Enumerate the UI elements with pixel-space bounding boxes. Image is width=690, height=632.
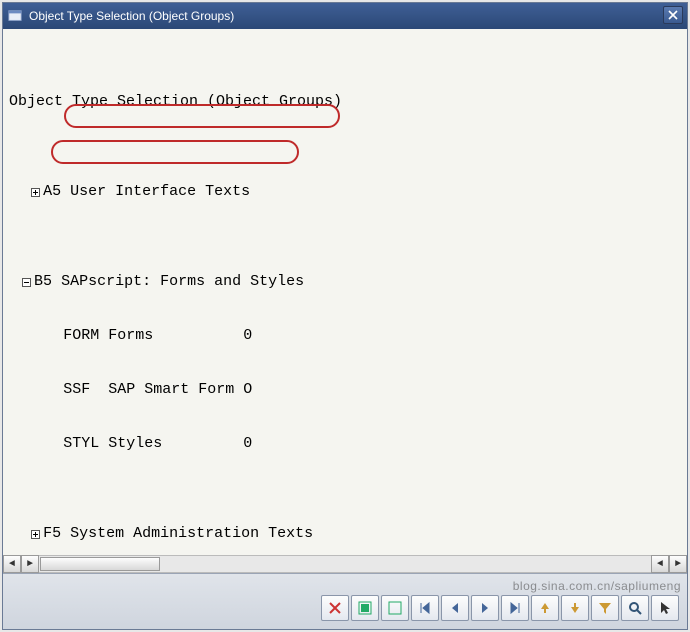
deselect-all-button[interactable] bbox=[381, 595, 409, 621]
horizontal-scrollbar[interactable]: ◄ ► ◄ ► bbox=[3, 555, 687, 573]
tree-item-b5-form[interactable]: FORM Forms 0 bbox=[9, 327, 685, 345]
titlebar: Object Type Selection (Object Groups) bbox=[3, 3, 687, 29]
select-all-button[interactable] bbox=[351, 595, 379, 621]
tree-heading: Object Type Selection (Object Groups) bbox=[9, 93, 685, 111]
tree-view[interactable]: Object Type Selection (Object Groups) A5… bbox=[3, 31, 687, 555]
cursor-button[interactable] bbox=[651, 595, 679, 621]
close-button[interactable] bbox=[663, 6, 683, 24]
tree-item-a5[interactable]: A5 User Interface Texts bbox=[9, 183, 685, 201]
tree-item-b5-styl[interactable]: STYL Styles 0 bbox=[9, 435, 685, 453]
page-next-button[interactable] bbox=[471, 595, 499, 621]
scroll-track[interactable] bbox=[39, 555, 651, 573]
page-first-button[interactable] bbox=[411, 595, 439, 621]
sort-desc-button[interactable] bbox=[561, 595, 589, 621]
page-last-button[interactable] bbox=[501, 595, 529, 621]
scroll-thumb[interactable] bbox=[40, 557, 160, 571]
window-title: Object Type Selection (Object Groups) bbox=[29, 9, 234, 23]
tree-item-f5[interactable]: F5 System Administration Texts bbox=[9, 525, 685, 543]
scroll-right-button[interactable]: ► bbox=[21, 555, 39, 573]
expand-icon[interactable] bbox=[27, 184, 43, 200]
tree-item-b5[interactable]: B5 SAPscript: Forms and Styles bbox=[9, 273, 685, 291]
bottom-bar: blog.sina.com.cn/sapliumeng bbox=[3, 573, 687, 629]
dialog-window: Object Type Selection (Object Groups) Ob… bbox=[2, 2, 688, 630]
toolbar bbox=[319, 593, 681, 623]
scroll-left-button[interactable]: ◄ bbox=[3, 555, 21, 573]
scroll-left-button-2[interactable]: ◄ bbox=[651, 555, 669, 573]
filter-button[interactable] bbox=[591, 595, 619, 621]
delete-button[interactable] bbox=[321, 595, 349, 621]
page-prev-button[interactable] bbox=[441, 595, 469, 621]
highlight-annotation bbox=[51, 140, 299, 164]
expand-icon[interactable] bbox=[27, 526, 43, 542]
search-button[interactable] bbox=[621, 595, 649, 621]
sort-asc-button[interactable] bbox=[531, 595, 559, 621]
content-area: Object Type Selection (Object Groups) A5… bbox=[3, 31, 687, 573]
scroll-right-button-2[interactable]: ► bbox=[669, 555, 687, 573]
watermark-text: blog.sina.com.cn/sapliumeng bbox=[513, 579, 681, 593]
collapse-icon[interactable] bbox=[18, 274, 34, 290]
tree-item-b5-ssf[interactable]: SSF SAP Smart Form O bbox=[9, 381, 685, 399]
window-icon bbox=[7, 8, 23, 24]
